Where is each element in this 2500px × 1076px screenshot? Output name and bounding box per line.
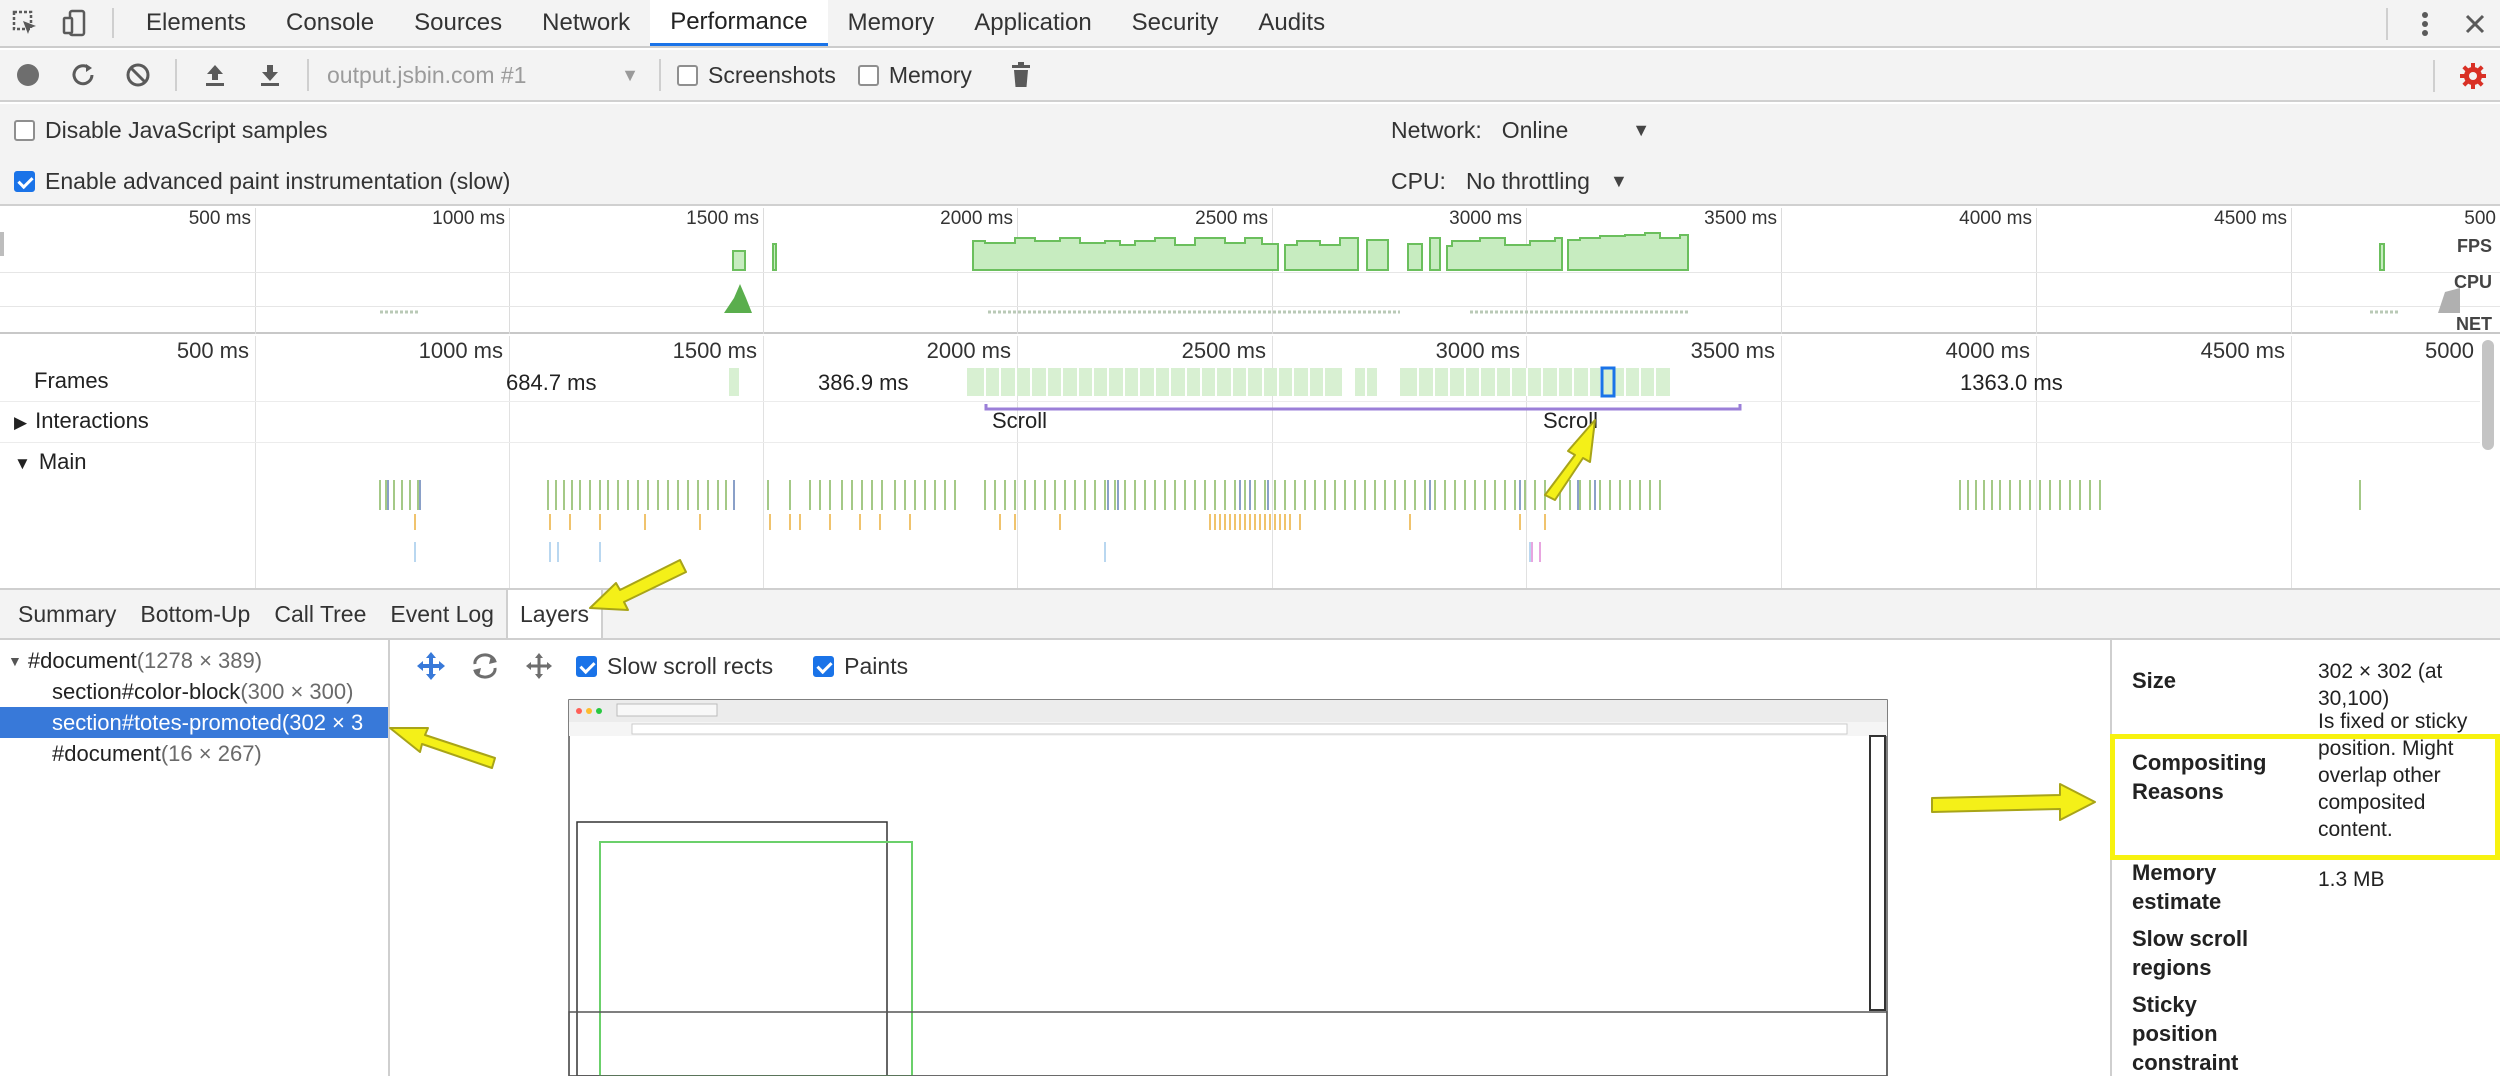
layer-tree: ▼ #document (1278 × 389) section#color-bl… (0, 640, 390, 1076)
fps-lane-label: FPS (2456, 236, 2492, 256)
chevron-down-icon: ▼ (621, 64, 639, 85)
close-devtools-icon[interactable] (2450, 13, 2500, 35)
toolbar-divider (659, 59, 661, 91)
device-toolbar-icon[interactable] (50, 0, 100, 46)
devtools-tab-bar: Elements Console Sources Network Perform… (0, 0, 2500, 48)
collect-garbage-button[interactable] (994, 49, 1049, 101)
performance-toolbar: output.jsbin.com #1 ▼ Screenshots Memory (0, 50, 2500, 102)
layer-tree-item[interactable]: ▼ #document (1278 × 389) (0, 645, 388, 676)
advanced-paint-label: Enable advanced paint instrumentation (s… (45, 168, 511, 194)
timeline-overview[interactable]: 500 ms 1000 ms 1500 ms 2000 ms 2500 ms 3… (0, 208, 2500, 334)
layer-name: section#color-block (52, 678, 241, 704)
disable-js-samples-row: Disable JavaScript samples (0, 117, 350, 144)
memory-label: Memory (888, 61, 972, 88)
tab-layers[interactable]: Layers (505, 590, 604, 638)
layer-size: (16 × 267) (160, 740, 262, 766)
tab-application[interactable]: Application (954, 0, 1111, 46)
more-options-icon[interactable] (2400, 10, 2450, 38)
detail-key: Slow scroll regions (2132, 926, 2249, 980)
timeline-flame-chart[interactable]: 500 ms 1000 ms 1500 ms 2000 ms 2500 ms 3… (0, 336, 2500, 588)
selected-frame (1600, 366, 1616, 398)
layer-name: section#totes-promoted (52, 709, 282, 735)
detail-key: Size (2132, 668, 2177, 693)
topbar-right-controls (2374, 0, 2500, 48)
recording-select[interactable]: output.jsbin.com #1 ▼ (319, 62, 649, 89)
screenshots-label: Screenshots (708, 61, 836, 88)
memory-checkbox[interactable] (857, 64, 879, 86)
screenshots-checkbox[interactable] (677, 64, 698, 86)
layer-name: #document (27, 647, 137, 673)
tab-network[interactable]: Network (522, 0, 650, 46)
chevron-down-icon[interactable]: ▼ (1610, 171, 1628, 192)
advanced-paint-checkbox[interactable] (14, 171, 35, 192)
record-button[interactable] (0, 49, 55, 101)
layer-size: (300 × 300) (240, 678, 354, 704)
reload-record-button[interactable] (55, 49, 110, 101)
layers-3d-view[interactable]: Slow scroll rects Paints (392, 640, 2108, 1076)
toolbar-divider (307, 59, 309, 91)
frames-and-main-chart (379, 366, 2361, 562)
detail-value: 302 × 302 (at 30,100) (2318, 660, 2443, 710)
layer-tree-item[interactable]: section#color-block (300 × 300) (0, 676, 388, 707)
layer-tree-item-selected[interactable]: section#totes-promoted (302 × 3 (0, 707, 388, 738)
tab-console[interactable]: Console (266, 0, 394, 46)
toolbar-divider (2386, 8, 2388, 40)
tab-memory[interactable]: Memory (828, 0, 955, 46)
collapse-triangle-icon: ▼ (8, 652, 22, 669)
tab-performance[interactable]: Performance (650, 0, 828, 46)
toolbar-divider (175, 59, 177, 91)
detail-key: Memory estimate (2132, 860, 2222, 914)
tab-sources[interactable]: Sources (394, 0, 522, 46)
cpu-select[interactable]: No throttling (1466, 168, 1590, 195)
cpu-throttle-row: CPU: No throttling ▼ (1391, 168, 1628, 195)
tab-elements[interactable]: Elements (126, 0, 266, 46)
tab-event-log[interactable]: Event Log (378, 590, 506, 638)
detail-value: 1.3 MB (2318, 868, 2385, 891)
capture-settings-panel: Disable JavaScript samples Enable advanc… (0, 104, 2500, 206)
fps-cpu-chart (380, 232, 2460, 314)
toolbar-divider (112, 8, 114, 38)
disable-js-samples-checkbox[interactable] (14, 120, 35, 141)
details-tab-bar: Summary Bottom-Up Call Tree Event Log La… (0, 588, 2500, 640)
tab-bottom-up[interactable]: Bottom-Up (128, 590, 262, 638)
net-lane-label: NET (2456, 314, 2492, 334)
tab-summary[interactable]: Summary (6, 590, 128, 638)
scroll-interaction-label[interactable]: Scroll (992, 408, 1047, 434)
capture-settings-gear-icon[interactable] (2445, 50, 2500, 102)
layer-name: #document (52, 740, 161, 766)
network-select[interactable]: Online (1502, 117, 1568, 144)
cpu-label: CPU: (1391, 168, 1446, 194)
recording-select-value: output.jsbin.com #1 (327, 61, 527, 88)
clear-button[interactable] (110, 49, 165, 101)
tab-security[interactable]: Security (1112, 0, 1239, 46)
compositing-reasons-highlight (2110, 734, 2500, 860)
tab-audits[interactable]: Audits (1238, 0, 1345, 46)
toolbar-right (2423, 50, 2500, 102)
load-profile-button[interactable] (187, 49, 242, 101)
scroll-interaction-label[interactable]: Scroll (1543, 408, 1598, 434)
layer-size: (302 × 3 (281, 709, 364, 735)
layer-preview-canvas (568, 699, 1888, 1076)
layer-size: (1278 × 389) (136, 647, 263, 673)
disable-js-samples-label: Disable JavaScript samples (45, 117, 328, 143)
cpu-lane-label: CPU (2453, 272, 2492, 292)
detail-key: Sticky position constraint (2132, 992, 2239, 1075)
network-throttle-row: Network: Online ▼ (1391, 117, 1650, 144)
chevron-down-icon[interactable]: ▼ (1632, 120, 1650, 141)
save-profile-button[interactable] (242, 49, 297, 101)
advanced-paint-row: Enable advanced paint instrumentation (s… (0, 168, 532, 195)
network-label: Network: (1391, 117, 1482, 143)
inspect-element-icon[interactable] (0, 0, 50, 46)
layer-tree-item[interactable]: #document (16 × 267) (0, 738, 388, 769)
toolbar-divider (2433, 60, 2435, 92)
timeline-scrollbar[interactable] (2482, 340, 2494, 450)
tab-call-tree[interactable]: Call Tree (262, 590, 378, 638)
